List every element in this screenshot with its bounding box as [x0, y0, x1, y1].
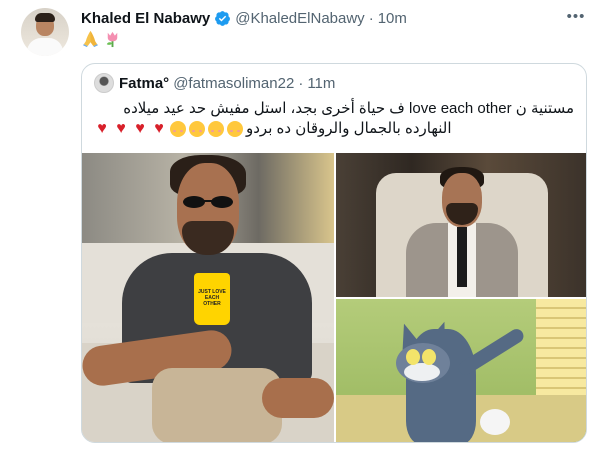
quoted-tweet-text: مستنية ن love each other ف حياة أخرى بجد… — [94, 99, 574, 139]
tulip-icon — [106, 31, 118, 48]
folded-hands-icon — [82, 30, 99, 48]
quoted-author-handle: @fatmasoliman22 — [173, 74, 295, 92]
quoted-tweet-header: Fatma° @fatmasoliman22 · 11m — [94, 73, 335, 93]
quoted-emoji-row: ♥ ♥ ♥ ♥ — [94, 121, 243, 137]
tweet: Khaled El Nabawy @KhaledElNabawy · 10m •… — [0, 0, 605, 450]
author-handle[interactable]: @KhaledElNabawy — [235, 10, 364, 27]
tweet-timestamp[interactable]: 10m — [378, 10, 407, 27]
red-heart-icon: ♥ — [97, 120, 107, 137]
author-name[interactable]: Khaled El Nabawy — [81, 10, 210, 27]
author-avatar[interactable] — [21, 8, 69, 56]
quoted-text-line1: مستنية ن love each other ف حياة أخرى بجد… — [123, 100, 574, 117]
quoted-author-name: Fatma° — [119, 74, 170, 92]
media-grid: JUST LOVE EACH OTHER — [82, 153, 586, 442]
red-heart-icon: ♥ — [154, 120, 164, 137]
photo-man-with-yellow-cup[interactable]: JUST LOVE EACH OTHER — [82, 153, 334, 442]
quoted-author-avatar — [94, 73, 114, 93]
separator-dot: · — [298, 74, 304, 92]
smiling-face-with-blush-icon — [189, 121, 205, 137]
red-heart-icon: ♥ — [116, 120, 126, 137]
photo-cartoon-cat[interactable] — [336, 299, 586, 442]
smiling-face-with-blush-icon — [227, 121, 243, 137]
verified-badge-icon — [215, 10, 231, 26]
smiling-face-with-blush-icon — [208, 121, 224, 137]
smiling-face-with-blush-icon — [170, 121, 186, 137]
quoted-timestamp: 11m — [307, 74, 336, 92]
quoted-tweet[interactable]: Fatma° @fatmasoliman22 · 11m مستنية ن lo… — [81, 63, 587, 443]
quoted-text-line2: النهارده بالجمال والروقان ده بردو — [246, 120, 452, 137]
more-options-button[interactable]: ••• — [566, 6, 586, 26]
tweet-header: Khaled El Nabawy @KhaledElNabawy · 10m — [81, 9, 407, 27]
photo-man-in-suit[interactable] — [336, 153, 586, 297]
separator-dot: · — [368, 9, 374, 27]
red-heart-icon: ♥ — [135, 120, 145, 137]
quoted-text-line2-row: النهارده بالجمال والروقان ده بردو ♥ ♥ ♥ … — [94, 119, 574, 139]
cup-text: JUST LOVE EACH OTHER — [198, 289, 226, 307]
tweet-text — [81, 29, 122, 48]
